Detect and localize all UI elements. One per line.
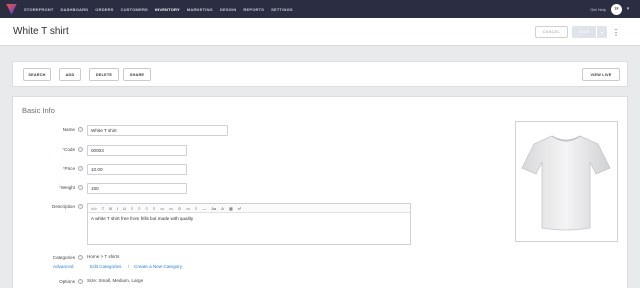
image-icon[interactable]: ▭ [160,206,164,211]
section-title: Basic Info [22,106,55,115]
brand-logo-icon[interactable] [6,3,17,15]
price-label-text: Price [64,166,75,171]
help-icon[interactable]: ? [78,166,83,171]
help-icon[interactable]: ? [78,255,83,260]
nav-settings[interactable]: SETTINGS [271,7,293,12]
nav-right-area: Get Help TF ▾ [590,0,632,18]
horizontal-rule-icon[interactable]: — [202,206,206,211]
font-color-icon[interactable]: A [221,206,224,211]
text-style-icon[interactable]: T [102,206,104,211]
price-label: *Price [13,166,75,171]
code-view-icon[interactable]: </> [91,206,97,211]
more-options-icon[interactable]: ⋮ [612,26,620,38]
code-field[interactable]: 00003 [87,145,187,156]
page-title: White T shirt [13,26,69,37]
top-navigation: STOREFRONT DASHBOARD ORDERS CUSTOMERS IN… [0,0,640,18]
page-header: White T shirt CANCEL SAVE ▾ ⋮ [0,18,640,46]
align-icon[interactable]: ≡ [195,206,197,211]
underline-icon[interactable]: U [123,206,126,211]
grid-icon[interactable]: ▦ [229,206,233,211]
actions-bar: SEARCH ADD DELETE SHARE VIEW LIVE [12,61,628,87]
name-label: Name [13,127,75,132]
description-text[interactable]: A white T shirt free from frills but mad… [88,213,410,224]
editor-toolbar: </> T B I U ≡ ≡ ≡ ≡ ▭ ▭ ⊙ ▭ ≡ — Aa A ▦ x… [88,204,410,213]
view-live-button[interactable]: VIEW LIVE [582,68,620,81]
add-button[interactable]: ADD [59,68,81,81]
weight-label-text: Weight [60,185,75,190]
help-icon[interactable]: ? [78,147,83,152]
name-label-text: Name [62,127,75,132]
weight-field[interactable]: 150 [87,183,187,194]
nav-reports[interactable]: REPORTS [243,7,264,12]
font-size-icon[interactable]: Aa [211,206,216,211]
nav-storefront[interactable]: STOREFRONT [24,7,53,12]
nav-dashboard[interactable]: DASHBOARD [60,7,88,12]
code-label: *Code [13,147,75,152]
create-category-link[interactable]: Create a New Category [134,264,182,269]
delete-button[interactable]: DELETE [89,68,119,81]
cancel-button[interactable]: CANCEL [535,26,568,38]
save-options-chevron-icon[interactable]: ▾ [597,26,607,38]
clear-format-icon[interactable]: x² [238,206,241,211]
numbered-list-icon[interactable]: ≡ [138,206,140,211]
nav-orders[interactable]: ORDERS [95,7,113,12]
help-icon[interactable]: ? [78,279,83,284]
avatar[interactable]: TF [611,3,622,15]
nav-design[interactable]: DESIGN [220,7,237,12]
description-label: Description [52,204,75,209]
help-icon[interactable]: ? [78,127,83,132]
basic-info-card: Basic Info Name ? White T shirt *Code ? … [12,96,628,288]
search-button[interactable]: SEARCH [23,68,51,81]
italic-icon[interactable]: I [117,206,118,211]
price-field[interactable]: 10.00 [87,164,187,175]
t-shirt-image [521,135,611,231]
weight-label: *Weight [13,185,75,190]
name-field[interactable]: White T shirt [87,125,228,136]
product-image[interactable] [515,121,618,242]
edit-categories-link[interactable]: Edit Categories [90,264,121,269]
table-icon[interactable]: ▭ [186,206,190,211]
help-icon[interactable]: ? [78,204,83,209]
share-button[interactable]: SHARE [123,68,151,81]
advanced-link[interactable]: Advanced [53,264,73,269]
indent-icon[interactable]: ≡ [153,206,155,211]
options-label: Options [59,279,75,284]
nav-marketing[interactable]: MARKETING [187,7,213,12]
categories-label: Categories [52,255,75,260]
description-editor[interactable]: </> T B I U ≡ ≡ ≡ ≡ ▭ ▭ ⊙ ▭ ≡ — Aa A ▦ x… [87,203,411,245]
link-icon[interactable]: ⊙ [178,206,181,211]
get-help-link[interactable]: Get Help [590,7,606,12]
save-button[interactable]: SAVE [572,26,596,38]
chevron-down-icon[interactable]: ▾ [624,4,632,15]
outdent-icon[interactable]: ≡ [146,206,148,211]
video-icon[interactable]: ▭ [169,206,173,211]
nav-customers[interactable]: CUSTOMERS [121,7,148,12]
help-icon[interactable]: ? [78,185,83,190]
bullet-list-icon[interactable]: ≡ [131,206,133,211]
categories-value: Home > T shirts [87,254,120,259]
options-value: Size: Small, Medium, Large [87,278,144,283]
bold-icon[interactable]: B [109,206,112,211]
code-label-text: Code [64,147,75,152]
link-separator: / [128,264,130,269]
nav-inventory[interactable]: INVENTORY [155,7,180,12]
